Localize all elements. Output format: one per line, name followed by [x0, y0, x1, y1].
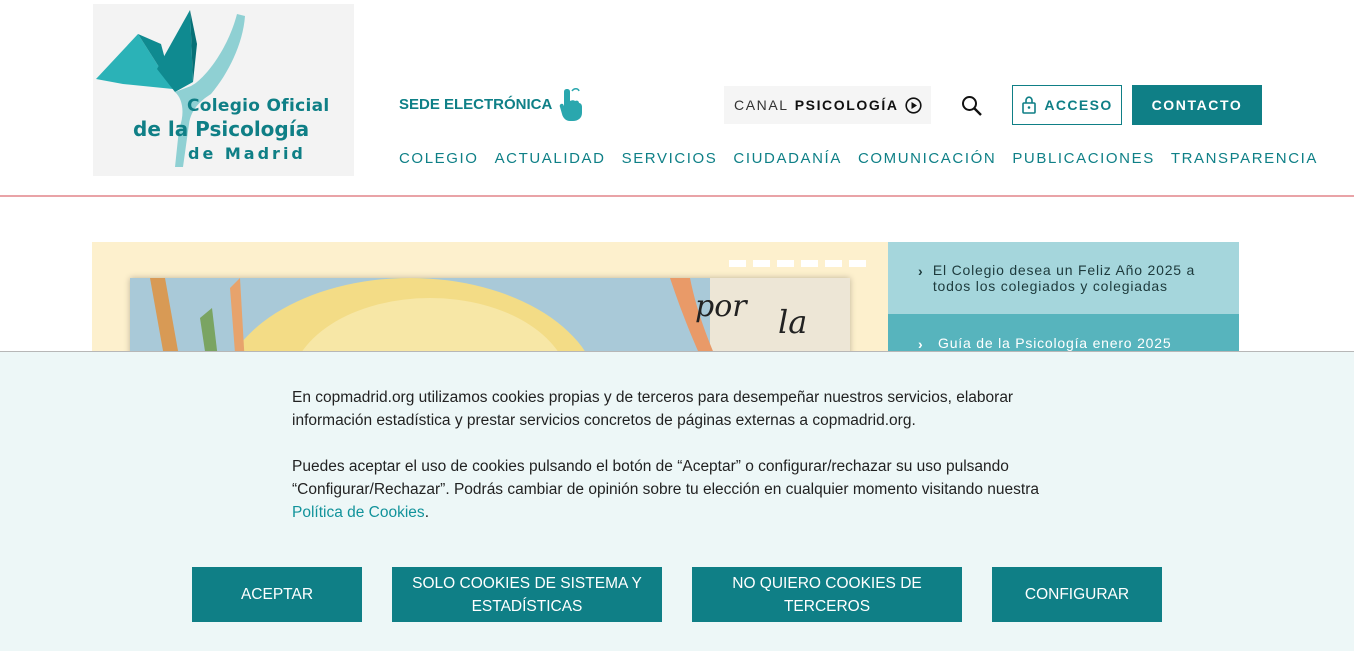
- svg-text:la: la: [778, 303, 807, 341]
- canal-prefix: CANAL: [734, 97, 789, 113]
- accept-cookies-button[interactable]: ACEPTAR: [192, 567, 362, 622]
- play-circle-icon: [905, 97, 922, 114]
- nav-item-publicaciones[interactable]: PUBLICACIONES: [1012, 150, 1155, 170]
- news-item-title: Guía de la Psicología enero 2025: [938, 335, 1172, 351]
- sede-electronica-link[interactable]: SEDE ELECTRÓNICA: [399, 87, 583, 121]
- slider-dot[interactable]: [729, 260, 746, 267]
- slider-dot[interactable]: [753, 260, 770, 267]
- slider-dot[interactable]: [777, 260, 794, 267]
- news-item[interactable]: › El Colegio desea un Feliz Año 2025 a t…: [888, 242, 1239, 314]
- chevron-right-icon: ›: [918, 336, 924, 352]
- canal-psicologia-button[interactable]: CANAL PSICOLOGÍA: [724, 86, 931, 124]
- acceso-button[interactable]: ACCESO: [1012, 85, 1122, 125]
- slider-dots: [729, 260, 866, 267]
- nav-item-ciudadania[interactable]: CIUDADANÍA: [733, 150, 842, 170]
- main-nav: COLEGIO ACTUALIDAD SERVICIOS CIUDADANÍA …: [399, 150, 1318, 170]
- sede-label: SEDE ELECTRÓNICA: [399, 95, 553, 113]
- search-icon: [962, 96, 982, 116]
- logo-line-1: Colegio Oficial: [187, 96, 330, 116]
- canal-name: PSICOLOGÍA: [794, 97, 899, 113]
- acceso-label: ACCESO: [1044, 97, 1113, 113]
- nav-item-colegio[interactable]: COLEGIO: [399, 150, 479, 170]
- cookie-banner: En copmadrid.org utilizamos cookies prop…: [0, 351, 1354, 651]
- system-cookies-only-button[interactable]: SOLO COOKIES DE SISTEMA Y ESTADÍSTICAS: [392, 567, 662, 622]
- slider-dot[interactable]: [825, 260, 842, 267]
- svg-text:por: por: [695, 289, 748, 324]
- cookie-policy-link[interactable]: Política de Cookies: [292, 504, 425, 521]
- contacto-button[interactable]: CONTACTO: [1132, 85, 1262, 125]
- logo-line-2: de la Psicología: [133, 117, 310, 141]
- nav-item-servicios[interactable]: SERVICIOS: [622, 150, 718, 170]
- slider-dot[interactable]: [801, 260, 818, 267]
- search-button[interactable]: [961, 95, 983, 122]
- cookie-paragraph-2-text: Puedes aceptar el uso de cookies pulsand…: [292, 458, 1039, 498]
- site-logo[interactable]: Colegio Oficial de la Psicología de Madr…: [93, 4, 354, 176]
- logo-line-3: de Madrid: [188, 144, 306, 163]
- slider-dot[interactable]: [849, 260, 866, 267]
- reject-third-party-button[interactable]: NO QUIERO COOKIES DE TERCEROS: [692, 567, 962, 622]
- chevron-right-icon: ›: [918, 263, 924, 279]
- lock-bag-icon: [1022, 96, 1037, 114]
- cookie-paragraph-2: Puedes aceptar el uso de cookies pulsand…: [292, 455, 1072, 524]
- nav-item-actualidad[interactable]: ACTUALIDAD: [495, 150, 606, 170]
- news-item-title: El Colegio desea un Feliz Año 2025 a tod…: [932, 262, 1196, 294]
- site-header: Colegio Oficial de la Psicología de Madr…: [0, 0, 1354, 197]
- pointing-hand-icon: [560, 88, 583, 121]
- nav-item-transparencia[interactable]: TRANSPARENCIA: [1171, 150, 1318, 170]
- configure-cookies-button[interactable]: CONFIGURAR: [992, 567, 1162, 622]
- nav-item-comunicacion[interactable]: COMUNICACIÓN: [858, 150, 996, 170]
- cookie-period: .: [424, 504, 429, 521]
- cookie-paragraph-1: En copmadrid.org utilizamos cookies prop…: [292, 389, 1014, 429]
